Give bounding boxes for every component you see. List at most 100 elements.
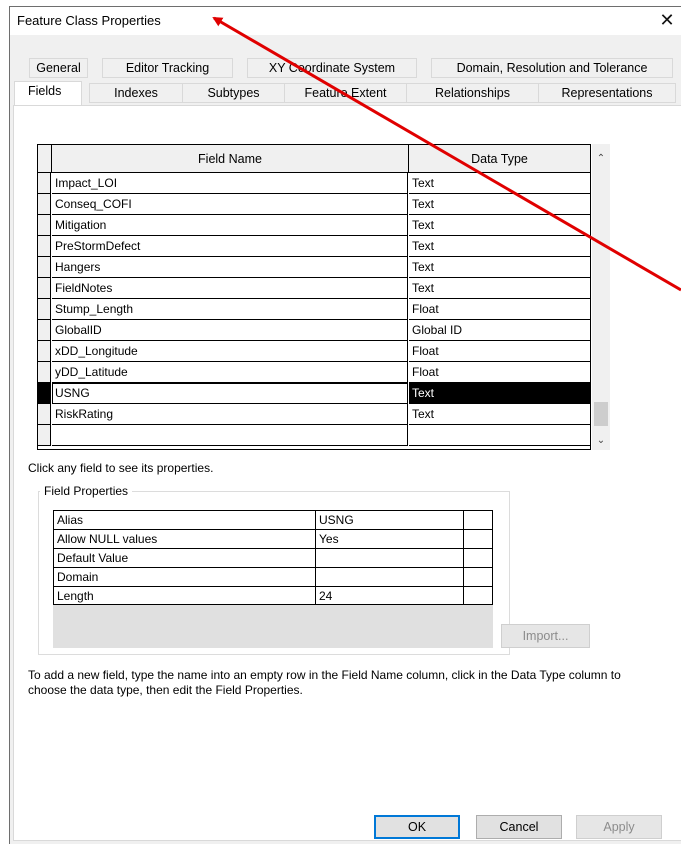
row-selector[interactable]: [38, 320, 51, 341]
ok-button[interactable]: OK: [374, 815, 460, 839]
property-row[interactable]: Alias USNG: [53, 510, 493, 529]
field-name-column-header[interactable]: Field Name: [52, 145, 409, 173]
field-name-cell[interactable]: GlobalID: [52, 320, 408, 341]
data-type-cell[interactable]: [409, 425, 590, 446]
property-value[interactable]: 24: [315, 586, 464, 605]
down-chevron-icon[interactable]: ⌄: [592, 432, 610, 450]
property-name: Alias: [53, 510, 316, 529]
table-row[interactable]: GlobalID Global ID: [38, 320, 590, 341]
table-row[interactable]: xDD_Longitude Float: [38, 341, 590, 362]
row-selector[interactable]: [38, 278, 51, 299]
row-selector[interactable]: [38, 404, 51, 425]
field-properties-table: Alias USNG Allow NULL values Yes Default Val…: [53, 510, 493, 648]
field-name-cell[interactable]: yDD_Latitude: [52, 362, 408, 383]
table-row[interactable]: yDD_Latitude Float: [38, 362, 590, 383]
field-name-cell[interactable]: Mitigation: [52, 215, 408, 236]
table-row[interactable]: [38, 425, 590, 446]
data-type-column-header[interactable]: Data Type: [409, 145, 590, 173]
property-button-cell[interactable]: [463, 586, 493, 605]
field-name-cell[interactable]: [52, 425, 408, 446]
field-name-cell[interactable]: FieldNotes: [52, 278, 408, 299]
data-type-cell[interactable]: Text: [409, 215, 590, 236]
row-selector[interactable]: [38, 215, 51, 236]
data-type-cell[interactable]: Float: [409, 299, 590, 320]
property-row[interactable]: Length 24: [53, 586, 493, 605]
tab-feature-extent[interactable]: Feature Extent: [284, 83, 407, 103]
tab-subtypes[interactable]: Subtypes: [182, 83, 285, 103]
row-selector[interactable]: [38, 299, 51, 320]
data-type-cell[interactable]: Text: [409, 278, 590, 299]
table-row[interactable]: FieldNotes Text: [38, 278, 590, 299]
property-value[interactable]: [315, 548, 464, 567]
data-type-cell[interactable]: Float: [409, 341, 590, 362]
field-name-cell[interactable]: PreStormDefect: [52, 236, 408, 257]
scrollbar-thumb[interactable]: [594, 402, 608, 426]
field-name-cell[interactable]: Hangers: [52, 257, 408, 278]
data-type-cell[interactable]: Text: [409, 257, 590, 278]
property-button-cell[interactable]: [463, 529, 493, 548]
property-name: Length: [53, 586, 316, 605]
row-selector[interactable]: [38, 236, 51, 257]
field-name-cell[interactable]: USNG: [52, 383, 408, 404]
tab-fields[interactable]: Fields: [14, 81, 82, 105]
grid-corner-header: [38, 145, 52, 173]
data-type-cell[interactable]: Float: [409, 362, 590, 383]
property-value[interactable]: [315, 567, 464, 586]
tab-relationships[interactable]: Relationships: [406, 83, 539, 103]
field-name-cell[interactable]: RiskRating: [52, 404, 408, 425]
property-button-cell[interactable]: [463, 567, 493, 586]
property-button-cell[interactable]: [463, 510, 493, 529]
table-row[interactable]: Stump_Length Float: [38, 299, 590, 320]
field-name-cell[interactable]: Stump_Length: [52, 299, 408, 320]
table-row[interactable]: Conseq_COFI Text: [38, 194, 590, 215]
cancel-button[interactable]: Cancel: [476, 815, 562, 839]
row-selector[interactable]: [38, 257, 51, 278]
table-row[interactable]: RiskRating Text: [38, 404, 590, 425]
tab-editor-tracking[interactable]: Editor Tracking: [102, 58, 233, 78]
dialog-window: Feature Class Properties ✕ General Edito…: [9, 6, 681, 844]
tab-xy-coordinate-system[interactable]: XY Coordinate System: [247, 58, 417, 78]
field-name-cell[interactable]: Conseq_COFI: [52, 194, 408, 215]
instructions-text: To add a new field, type the name into a…: [28, 668, 621, 697]
data-type-cell[interactable]: Text: [409, 194, 590, 215]
tab-representations[interactable]: Representations: [538, 83, 676, 103]
data-type-cell[interactable]: Text: [409, 173, 590, 194]
title-bar: Feature Class Properties ✕: [10, 7, 681, 35]
grid-vertical-scrollbar[interactable]: ⌃ ⌄: [592, 144, 610, 450]
row-selector[interactable]: [38, 194, 51, 215]
apply-button[interactable]: Apply: [576, 815, 662, 839]
row-selector[interactable]: [38, 362, 51, 383]
data-type-cell[interactable]: Text: [409, 236, 590, 257]
property-value[interactable]: USNG: [315, 510, 464, 529]
tab-general[interactable]: General: [29, 58, 88, 78]
data-type-cell[interactable]: Text: [409, 404, 590, 425]
property-value[interactable]: Yes: [315, 529, 464, 548]
field-name-cell[interactable]: Impact_LOI: [52, 173, 408, 194]
row-selector[interactable]: [38, 173, 51, 194]
tab-indexes[interactable]: Indexes: [89, 83, 183, 103]
table-row[interactable]: Hangers Text: [38, 257, 590, 278]
property-button-cell[interactable]: [463, 548, 493, 567]
row-selector[interactable]: [38, 341, 51, 362]
data-type-cell[interactable]: Global ID: [409, 320, 590, 341]
field-hint-text: Click any field to see its properties.: [28, 461, 214, 475]
property-name: Allow NULL values: [53, 529, 316, 548]
tab-domain-resolution-tolerance[interactable]: Domain, Resolution and Tolerance: [431, 58, 673, 78]
table-row[interactable]: USNG Text: [38, 383, 590, 404]
data-type-cell[interactable]: Text: [409, 383, 590, 404]
table-row[interactable]: Impact_LOI Text: [38, 173, 590, 194]
import-button[interactable]: Import...: [501, 624, 590, 648]
row-selector[interactable]: [38, 425, 51, 446]
table-row[interactable]: PreStormDefect Text: [38, 236, 590, 257]
property-row[interactable]: Allow NULL values Yes: [53, 529, 493, 548]
field-name-cell[interactable]: xDD_Longitude: [52, 341, 408, 362]
window-title: Feature Class Properties: [17, 13, 161, 28]
up-chevron-icon[interactable]: ⌃: [592, 150, 610, 168]
close-icon[interactable]: ✕: [657, 9, 677, 31]
row-selector[interactable]: [38, 383, 51, 404]
property-row[interactable]: Domain: [53, 567, 493, 586]
property-row[interactable]: Default Value: [53, 548, 493, 567]
property-name: Domain: [53, 567, 316, 586]
property-name: Default Value: [53, 548, 316, 567]
table-row[interactable]: Mitigation Text: [38, 215, 590, 236]
